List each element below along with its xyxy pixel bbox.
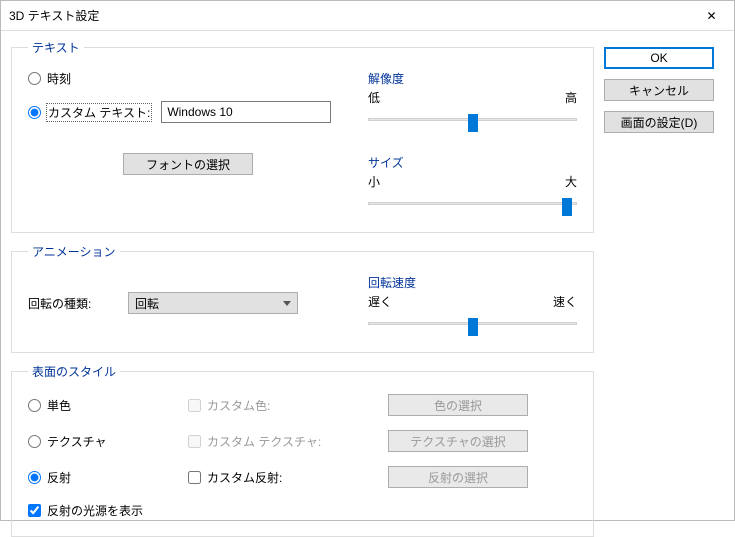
slider-resolution-title: 解像度 — [368, 70, 577, 87]
slider-speed-thumb[interactable] — [468, 318, 478, 336]
window-title: 3D テキスト設定 — [9, 7, 689, 24]
group-animation: アニメーション 回転の種類: 回転 回転速度 遅く — [11, 243, 594, 353]
slider-speed-title: 回転速度 — [368, 274, 577, 291]
slider-speed-high: 速く — [553, 293, 577, 310]
slider-size-high: 大 — [565, 173, 577, 190]
check-custom-texture-label: カスタム テクスチャ: — [207, 433, 321, 450]
slider-resolution[interactable]: 解像度 低 高 — [368, 70, 577, 132]
choose-reflection-button: 反射の選択 — [388, 466, 528, 488]
radio-solid-color[interactable]: 単色 — [28, 397, 188, 414]
slider-speed[interactable]: 回転速度 遅く 速く — [368, 274, 577, 336]
check-custom-reflection[interactable]: カスタム反射: — [188, 469, 388, 486]
slider-size-thumb[interactable] — [562, 198, 572, 216]
slider-size[interactable]: サイズ 小 大 — [368, 154, 577, 216]
check-custom-color: カスタム色: — [188, 397, 388, 414]
rotation-type-value: 回転 — [135, 295, 159, 312]
radio-time[interactable]: 時刻 — [28, 70, 348, 87]
check-custom-reflection-label: カスタム反射: — [207, 469, 282, 486]
check-custom-color-label: カスタム色: — [207, 397, 270, 414]
slider-size-title: サイズ — [368, 154, 577, 171]
choose-color-button: 色の選択 — [388, 394, 528, 416]
radio-reflection-label: 反射 — [47, 469, 71, 486]
cancel-button[interactable]: キャンセル — [604, 79, 714, 101]
check-custom-texture: カスタム テクスチャ: — [188, 433, 388, 450]
group-surface-style: 表面のスタイル 単色 カスタム色: 色の選択 テクスチャ カスタム テクスチャ:… — [11, 363, 594, 537]
radio-custom-text-label: カスタム テキスト: — [47, 104, 151, 121]
slider-resolution-thumb[interactable] — [468, 114, 478, 132]
close-button[interactable]: ✕ — [689, 1, 734, 31]
radio-texture[interactable]: テクスチャ — [28, 433, 188, 450]
slider-speed-low: 遅く — [368, 293, 392, 310]
chevron-down-icon — [283, 301, 291, 306]
display-settings-label: 画面の設定(D) — [621, 114, 698, 131]
group-animation-legend: アニメーション — [28, 243, 120, 260]
group-text-legend: テキスト — [28, 39, 84, 56]
close-icon: ✕ — [706, 9, 716, 23]
rotation-type-label: 回転の種類: — [28, 295, 118, 312]
choose-texture-button: テクスチャの選択 — [388, 430, 528, 452]
radio-reflection[interactable]: 反射 — [28, 469, 188, 486]
slider-resolution-low: 低 — [368, 89, 380, 106]
radio-solid-label: 単色 — [47, 397, 71, 414]
group-surface-legend: 表面のスタイル — [28, 363, 120, 380]
ok-button[interactable]: OK — [604, 47, 714, 69]
display-settings-button[interactable]: 画面の設定(D) — [604, 111, 714, 133]
radio-time-label: 時刻 — [47, 70, 71, 87]
custom-text-input[interactable] — [161, 101, 331, 123]
radio-custom-text[interactable]: カスタム テキスト: — [28, 104, 151, 121]
radio-texture-label: テクスチャ — [47, 433, 107, 450]
rotation-type-dropdown[interactable]: 回転 — [128, 292, 298, 314]
choose-font-button[interactable]: フォントの選択 — [123, 153, 253, 175]
slider-size-low: 小 — [368, 173, 380, 190]
slider-resolution-high: 高 — [565, 89, 577, 106]
check-show-specular-label: 反射の光源を表示 — [47, 502, 143, 519]
group-text: テキスト 時刻 カスタム テキスト: フォントの — [11, 39, 594, 233]
check-show-specular[interactable]: 反射の光源を表示 — [28, 502, 143, 519]
